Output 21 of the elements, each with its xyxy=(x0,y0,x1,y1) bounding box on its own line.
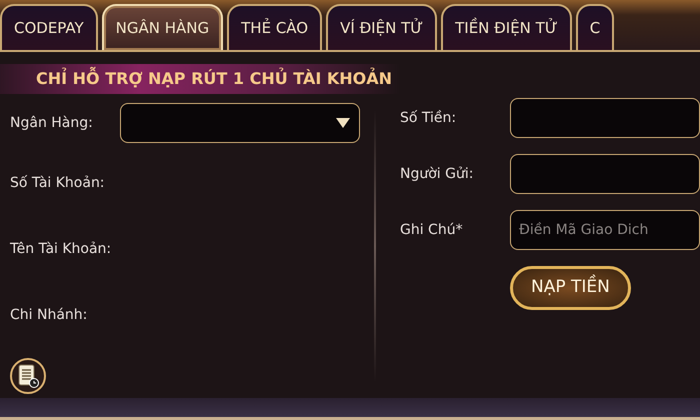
document-icon xyxy=(17,364,39,388)
tab[interactable]: TIỀN ĐIỆN TỬ xyxy=(441,4,572,50)
field-label: Tên Tài Khoản: xyxy=(10,240,112,258)
deposit-button[interactable]: NẠP TIỀN xyxy=(510,266,631,310)
caret-icon xyxy=(335,117,351,129)
field-label: Ngân Hàng: xyxy=(10,114,94,132)
field-label: Người Gửi: xyxy=(400,164,474,184)
bank-dropdown[interactable] xyxy=(120,103,360,143)
input-field[interactable]: Điền Mã Giao Dich xyxy=(510,210,700,250)
field-label: Số Tài Khoản: xyxy=(10,174,106,192)
tab[interactable]: NGÂN HÀNG xyxy=(102,4,224,50)
tab[interactable]: CODEPAY xyxy=(0,4,98,50)
field-label: Số Tiền: xyxy=(400,108,458,128)
input-field[interactable] xyxy=(510,154,700,194)
field-label: Ghi Chú* xyxy=(400,220,464,240)
field-label: Chi Nhánh: xyxy=(10,306,88,324)
input-field[interactable] xyxy=(510,98,700,138)
tab[interactable]: C xyxy=(576,4,614,50)
history-button[interactable] xyxy=(10,358,46,394)
tab[interactable]: VÍ ĐIỆN TỬ xyxy=(326,4,438,50)
tab[interactable]: THẺ CÀO xyxy=(227,4,322,50)
